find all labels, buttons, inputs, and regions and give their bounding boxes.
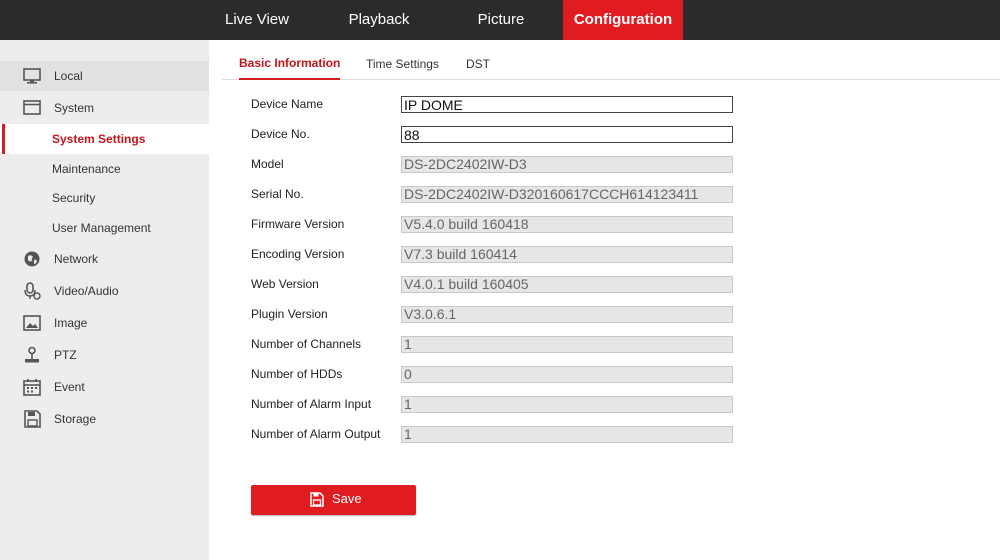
field-label: Number of Alarm Output <box>251 427 381 441</box>
tab-active-underline <box>239 78 341 80</box>
field-label: Web Version <box>251 277 319 291</box>
sidebar-item-network[interactable]: Network <box>0 244 209 274</box>
nav-configuration[interactable]: Configuration <box>563 0 683 40</box>
system-window-icon <box>23 100 41 115</box>
field-label: Plugin Version <box>251 307 328 321</box>
settings-tabs: Basic Information Time Settings DST <box>222 40 1000 80</box>
field-web-version: Web Version V4.0.1 build 160405 <box>251 274 751 294</box>
floppy-disk-icon <box>310 492 324 507</box>
field-label: Model <box>251 157 284 171</box>
nav-picture[interactable]: Picture <box>453 0 549 40</box>
serial-no-value: DS-2DC2402IW-D320160617CCCH614123411 <box>401 186 733 203</box>
number-of-alarm-output-value: 1 <box>401 426 733 443</box>
top-nav-bar: Live View Playback Picture Configuration <box>0 0 1000 40</box>
field-label: Device Name <box>251 97 324 111</box>
sidebar-subitem-label: Maintenance <box>52 162 121 176</box>
number-of-hdds-value: 0 <box>401 366 733 383</box>
device-name-input[interactable] <box>401 96 733 113</box>
firmware-version-value: V5.4.0 build 160418 <box>401 216 733 233</box>
field-label: Serial No. <box>251 187 304 201</box>
ptz-joystick-icon <box>25 346 39 363</box>
sidebar-item-storage[interactable]: Storage <box>0 404 209 434</box>
field-label: Number of Alarm Input <box>251 397 372 411</box>
field-device-no: Device No. <box>251 124 751 144</box>
calendar-icon <box>23 379 41 396</box>
save-button[interactable]: Save <box>251 485 416 515</box>
field-label: Firmware Version <box>251 217 345 231</box>
tab-label: DST <box>466 57 490 71</box>
plugin-version-value: V3.0.6.1 <box>401 306 733 323</box>
floppy-disk-icon <box>24 410 41 428</box>
globe-icon <box>24 251 40 267</box>
number-of-channels-value: 1 <box>401 336 733 353</box>
save-button-label: Save <box>332 491 362 506</box>
encoding-version-value: V7.3 build 160414 <box>401 246 733 263</box>
sidebar-item-system[interactable]: System <box>0 93 209 123</box>
sidebar-item-label: Network <box>54 252 99 266</box>
field-serial-no: Serial No. DS-2DC2402IW-D320160617CCCH61… <box>251 184 751 204</box>
active-indicator <box>2 124 5 154</box>
sidebar-subitem-security[interactable]: Security <box>0 183 209 213</box>
field-number-of-alarm-output: Number of Alarm Output 1 <box>251 424 751 444</box>
model-value: DS-2DC2402IW-D3 <box>401 156 733 173</box>
sidebar-item-event[interactable]: Event <box>0 372 209 402</box>
sidebar-item-label: Local <box>54 69 83 83</box>
field-label: Number of Channels <box>251 337 362 351</box>
field-label: Device No. <box>251 127 310 141</box>
sidebar-subitem-user-management[interactable]: User Management <box>0 213 209 243</box>
field-plugin-version: Plugin Version V3.0.6.1 <box>251 304 751 324</box>
sidebar-item-ptz[interactable]: PTZ <box>0 340 209 370</box>
field-firmware-version: Firmware Version V5.4.0 build 160418 <box>251 214 751 234</box>
sidebar-item-local[interactable]: Local <box>0 61 209 91</box>
web-version-value: V4.0.1 build 160405 <box>401 276 733 293</box>
sidebar-subitem-label: System Settings <box>52 132 146 146</box>
number-of-alarm-input-value: 1 <box>401 396 733 413</box>
image-icon <box>23 315 41 331</box>
field-label: Encoding Version <box>251 247 345 261</box>
sidebar-item-image[interactable]: Image <box>0 308 209 338</box>
microphone-icon <box>24 282 41 300</box>
field-number-of-alarm-input: Number of Alarm Input 1 <box>251 394 751 414</box>
sidebar-item-label: Video/Audio <box>54 284 119 298</box>
sidebar-item-label: System <box>54 101 95 115</box>
sidebar-subitem-label: Security <box>52 191 96 205</box>
sidebar-item-label: Image <box>54 316 88 330</box>
nav-live-view[interactable]: Live View <box>210 0 304 40</box>
sidebar-item-video-audio[interactable]: Video/Audio <box>0 276 209 306</box>
monitor-icon <box>23 68 41 84</box>
device-no-input[interactable] <box>401 126 733 143</box>
sidebar-subitem-maintenance[interactable]: Maintenance <box>0 154 209 184</box>
nav-playback[interactable]: Playback <box>331 0 427 40</box>
tab-dst[interactable]: DST <box>466 40 490 79</box>
sidebar-item-label: PTZ <box>54 348 77 362</box>
tab-label: Basic Information <box>239 56 341 70</box>
field-model: Model DS-2DC2402IW-D3 <box>251 154 751 174</box>
tab-label: Time Settings <box>366 57 439 71</box>
sidebar: Local System System Settings Maintenance… <box>0 40 209 560</box>
field-encoding-version: Encoding Version V7.3 build 160414 <box>251 244 751 264</box>
sidebar-item-label: Event <box>54 380 85 394</box>
sidebar-subitem-label: User Management <box>52 221 151 235</box>
sidebar-subitem-system-settings[interactable]: System Settings <box>0 124 209 154</box>
field-label: Number of HDDs <box>251 367 343 381</box>
tab-time-settings[interactable]: Time Settings <box>366 40 439 79</box>
field-number-of-channels: Number of Channels 1 <box>251 334 751 354</box>
sidebar-item-label: Storage <box>54 412 97 426</box>
field-number-of-hdds: Number of HDDs 0 <box>251 364 751 384</box>
field-device-name: Device Name <box>251 94 751 114</box>
tab-basic-information[interactable]: Basic Information <box>239 40 341 80</box>
